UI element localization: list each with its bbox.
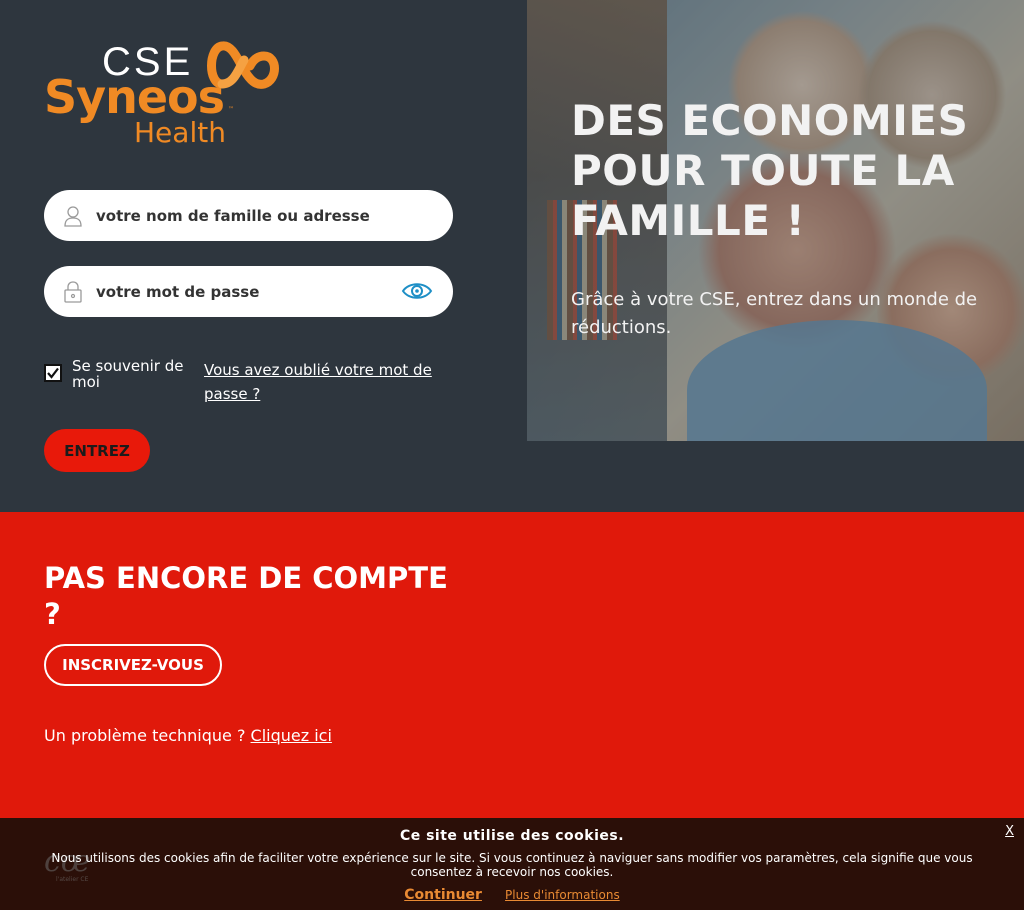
username-field[interactable]	[44, 190, 453, 241]
remember-me: Se souvenir de moi	[44, 358, 192, 390]
signup-section: PAS ENCORE DE COMPTE ? INSCRIVEZ-VOUS Un…	[0, 512, 1024, 818]
signup-heading: PAS ENCORE DE COMPTE ?	[44, 561, 448, 631]
hero-title: DES ECONOMIES POUR TOUTE LA FAMILLE !	[571, 96, 969, 245]
cookie-title: Ce site utilise des cookies.	[399, 828, 625, 844]
signup-button[interactable]: INSCRIVEZ-VOUS	[44, 644, 222, 686]
tech-help-text: Un problème technique ?	[44, 726, 246, 745]
logo-health-text: Health	[134, 116, 226, 149]
cookie-close-button[interactable]: X	[1005, 824, 1014, 839]
hero-subtitle: Grâce à votre CSE, entrez dans un monde …	[571, 289, 978, 338]
remember-me-label[interactable]: Se souvenir de moi	[72, 358, 192, 390]
remember-me-checkbox[interactable]	[44, 364, 62, 382]
login-submit-button[interactable]: ENTREZ	[44, 429, 150, 472]
lock-icon	[63, 280, 83, 304]
forgot-password-link[interactable]: Vous avez oublié votre mot de passe ?	[204, 358, 454, 406]
checkmark-icon	[47, 367, 59, 379]
username-input[interactable]	[96, 206, 376, 225]
user-icon	[63, 204, 83, 228]
login-section: CSE Syneos ™ Health votre nom de famille…	[0, 0, 1024, 512]
cookie-text: Nous utilisons des cookies afin de facil…	[51, 851, 973, 879]
tech-help-link[interactable]: Cliquez ici	[251, 726, 332, 745]
cookie-more-info-link[interactable]: Plus d'informations	[505, 888, 620, 902]
cookie-actions: Continuer Plus d'informations	[0, 884, 1024, 903]
logo-trademark: ™	[228, 106, 234, 113]
hero-banner: DES ECONOMIES POUR TOUTE LA FAMILLE ! Gr…	[527, 0, 1024, 441]
cookie-banner: cœ l'atelier CE Ce site utilise des cook…	[0, 818, 1024, 910]
cse-syneos-logo: CSE Syneos ™ Health	[44, 40, 284, 150]
show-password-eye-icon[interactable]	[401, 278, 433, 308]
password-field[interactable]	[44, 266, 453, 317]
password-input[interactable]	[96, 282, 376, 301]
tech-help: Un problème technique ? Cliquez ici	[44, 726, 332, 745]
cookie-continue-button[interactable]: Continuer	[404, 887, 482, 903]
